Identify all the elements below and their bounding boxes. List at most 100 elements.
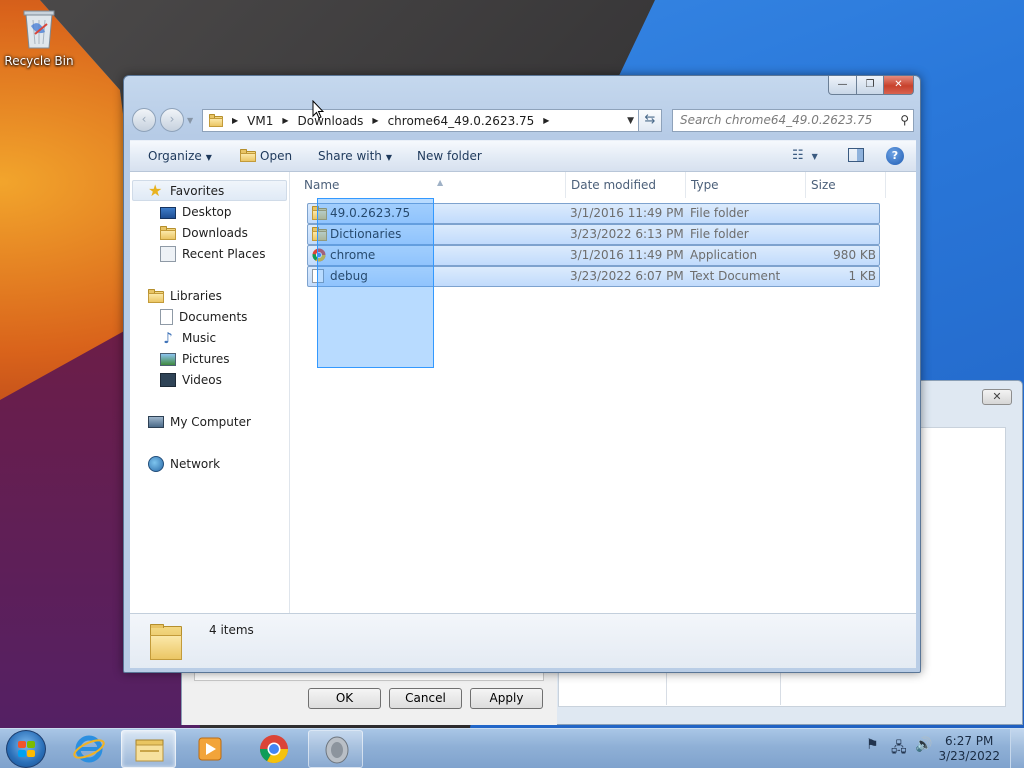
taskbar-chrome[interactable] <box>247 730 302 768</box>
nav-desktop-label: Desktop <box>182 204 232 219</box>
chevron-down-icon: ▼ <box>385 153 393 162</box>
selection-marquee <box>317 198 434 368</box>
minimize-button[interactable]: — <box>828 76 857 95</box>
preview-pane-button[interactable] <box>848 148 864 166</box>
nav-videos-label: Videos <box>182 372 222 387</box>
change-view-button[interactable]: ☷ ▼ <box>792 148 818 163</box>
item-count: 4 items <box>209 623 254 637</box>
taskbar: ⚑ 🖧 🔊 6:27 PM 3/23/2022 <box>0 728 1024 768</box>
nav-pictures[interactable]: Pictures <box>160 348 230 369</box>
nav-documents-label: Documents <box>179 309 248 324</box>
nav-recent-places[interactable]: Recent Places <box>160 243 265 264</box>
refresh-icon: ⇆ <box>644 112 656 127</box>
file-date-modified: 3/1/2016 11:49 PM <box>570 206 684 220</box>
address-bar[interactable]: ▶ VM1 ▶ Downloads ▶ chrome64_49.0.2623.7… <box>202 109 639 132</box>
start-button[interactable] <box>6 730 46 768</box>
chrome-icon <box>260 735 288 763</box>
open-button[interactable]: Open <box>240 149 292 163</box>
nav-desktop[interactable]: Desktop <box>160 201 232 222</box>
close-button[interactable]: ✕ <box>884 76 914 95</box>
nav-my-computer[interactable]: My Computer <box>148 411 251 432</box>
recent-pages-chevron-down-icon[interactable]: ▼ <box>187 116 193 125</box>
details-pane: 4 items <box>130 613 916 668</box>
nav-music-label: Music <box>182 330 217 345</box>
internet-explorer-icon <box>73 735 105 763</box>
action-center-flag-icon[interactable]: ⚑ <box>866 737 879 753</box>
search-input[interactable]: Search chrome64_49.0.2623.75 ⚲ <box>672 109 914 132</box>
nav-downloads[interactable]: Downloads <box>160 222 248 243</box>
navigation-bar: ‹ › ▼ ▶ VM1 ▶ Downloads ▶ chrome64_49.0.… <box>130 106 916 134</box>
explorer-window: — ❐ ✕ ‹ › ▼ ▶ VM1 ▶ Downloads ▶ chrome64… <box>123 75 921 673</box>
file-size: 980 KB <box>833 248 876 262</box>
breadcrumb-arrow-icon[interactable]: ▶ <box>282 116 288 125</box>
help-button[interactable]: ? <box>886 147 904 165</box>
nav-libraries-label: Libraries <box>170 288 222 303</box>
network-status-icon[interactable]: 🖧 <box>891 737 907 761</box>
taskbar-media-player[interactable] <box>183 730 238 768</box>
open-folder-icon <box>240 149 256 162</box>
nav-network[interactable]: Network <box>148 453 220 474</box>
file-type: Text Document <box>690 269 781 283</box>
breadcrumb-vm1[interactable]: VM1 <box>247 114 273 128</box>
forward-button[interactable]: › <box>160 108 184 132</box>
speaker-icon <box>325 736 349 764</box>
taskbar-internet-explorer[interactable] <box>62 730 117 768</box>
background-dialog-close-button[interactable]: ✕ <box>982 389 1012 405</box>
nav-my-computer-label: My Computer <box>170 414 251 429</box>
refresh-button[interactable]: ⇆ <box>639 109 662 132</box>
media-player-icon <box>198 737 222 761</box>
chevron-down-icon: ▼ <box>811 152 818 161</box>
cancel-button[interactable]: Cancel <box>389 688 462 709</box>
maximize-button[interactable]: ❐ <box>857 76 884 95</box>
search-icon[interactable]: ⚲ <box>900 110 909 131</box>
nav-network-label: Network <box>170 456 221 471</box>
address-dropdown-chevron-down-icon[interactable]: ▼ <box>627 116 634 126</box>
recent-places-icon <box>160 245 176 262</box>
breadcrumb-downloads[interactable]: Downloads <box>298 114 364 128</box>
nav-documents[interactable]: Documents <box>160 306 247 327</box>
libraries-icon <box>148 288 164 304</box>
command-toolbar: Organize ▼ Open Share with ▼ New folder ☷ ▼… <box>130 140 916 172</box>
breadcrumb-arrow-icon[interactable]: ▶ <box>372 116 378 125</box>
file-size: 1 KB <box>848 269 876 283</box>
search-placeholder: Search chrome64_49.0.2623.75 <box>680 113 873 127</box>
sort-ascending-icon: ▲ <box>437 178 444 187</box>
nav-favorites-label: Favorites <box>170 183 225 198</box>
taskbar-windows-explorer[interactable] <box>121 730 176 768</box>
column-header-date-modified[interactable]: Date modified <box>566 172 686 198</box>
network-icon <box>148 455 164 472</box>
desktop-icon <box>160 206 176 219</box>
open-label: Open <box>260 149 293 163</box>
breadcrumb-current-folder[interactable]: chrome64_49.0.2623.75 <box>388 114 535 128</box>
column-header-name[interactable]: Name ▲ <box>299 172 566 198</box>
nav-favorites[interactable]: ★ Favorites <box>148 180 224 201</box>
system-clock[interactable]: 6:27 PM 3/23/2022 <box>938 734 1000 764</box>
nav-recent-places-label: Recent Places <box>182 246 266 261</box>
nav-libraries[interactable]: Libraries <box>148 285 222 306</box>
nav-videos[interactable]: Videos <box>160 369 222 390</box>
volume-icon[interactable]: 🔊 <box>915 737 932 753</box>
organize-button[interactable]: Organize ▼ <box>148 149 212 163</box>
taskbar-sound-app[interactable] <box>308 730 363 768</box>
back-button[interactable]: ‹ <box>132 108 156 132</box>
clock-time: 6:27 PM <box>945 734 994 748</box>
ok-button[interactable]: OK <box>308 688 381 709</box>
organize-label: Organize <box>148 149 202 163</box>
column-header-name-label: Name <box>304 178 340 192</box>
address-folder-icon <box>209 114 223 127</box>
share-with-button[interactable]: Share with ▼ <box>318 149 392 163</box>
recycle-bin-label: Recycle Bin <box>4 54 74 68</box>
nav-music[interactable]: ♪ Music <box>160 327 216 348</box>
explorer-body: ★ Favorites Desktop Downloads Recent Pla… <box>130 172 916 613</box>
caption-buttons: — ❐ ✕ <box>828 76 914 96</box>
recycle-bin-icon <box>21 6 57 50</box>
show-desktop-button[interactable] <box>1010 729 1024 768</box>
new-folder-button[interactable]: New folder <box>417 149 482 163</box>
desktop-icon-recycle-bin[interactable]: Recycle Bin <box>4 6 74 68</box>
breadcrumb-arrow-icon[interactable]: ▶ <box>232 116 238 125</box>
column-header-type[interactable]: Type <box>686 172 806 198</box>
column-header-size[interactable]: Size <box>806 172 886 198</box>
breadcrumb-arrow-icon[interactable]: ▶ <box>543 116 549 125</box>
apply-button[interactable]: Apply <box>470 688 543 709</box>
folder-icon <box>148 620 184 662</box>
